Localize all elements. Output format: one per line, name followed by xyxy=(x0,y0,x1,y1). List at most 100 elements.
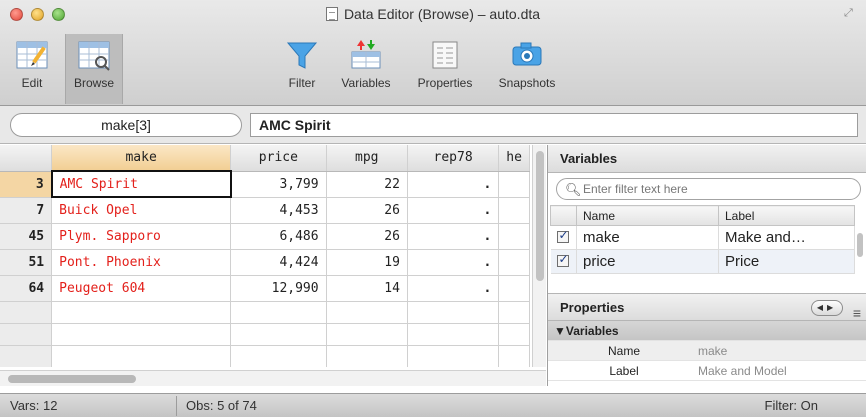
edit-grid-icon xyxy=(16,41,48,69)
window-title-container: Data Editor (Browse) – auto.dta xyxy=(0,6,866,22)
cell-make[interactable]: Plym. Sapporo xyxy=(51,223,232,250)
empty-row-number xyxy=(0,301,53,324)
variable-filter-input[interactable]: 🔍︎ Enter filter text here xyxy=(556,178,861,200)
edit-label: Edit xyxy=(21,76,43,90)
property-row[interactable]: Label Make and Model xyxy=(548,361,866,381)
cell-rep78[interactable]: . xyxy=(407,223,500,250)
cell-mpg[interactable]: 14 xyxy=(326,275,408,302)
cell-rep78[interactable]: . xyxy=(407,197,500,224)
variables-table: Name Label make Make and… price Price xyxy=(550,205,855,274)
empty-cell xyxy=(230,345,327,367)
properties-group-variables[interactable]: ▼Variables xyxy=(548,321,866,341)
cell-mpg[interactable]: 22 xyxy=(326,171,408,198)
fullscreen-icon[interactable]: ⤢ xyxy=(844,7,856,19)
cell-make[interactable]: AMC Spirit xyxy=(50,170,232,198)
browse-grid-icon xyxy=(78,41,110,71)
cell-headroom[interactable] xyxy=(498,275,530,302)
row-number[interactable]: 51 xyxy=(0,249,53,276)
empty-cell xyxy=(498,301,530,324)
grid-horizontal-scrollbar[interactable] xyxy=(0,370,546,386)
cell-value-field[interactable]: AMC Spirit xyxy=(250,113,858,137)
grid-horizontal-scroll-thumb[interactable] xyxy=(8,375,136,383)
property-key: Name xyxy=(607,344,640,358)
snapshots-button[interactable]: Snapshots xyxy=(490,38,564,90)
variables-button[interactable]: Variables xyxy=(334,38,398,90)
column-header-headroom[interactable]: he xyxy=(498,145,530,172)
cell-make[interactable]: Pont. Phoenix xyxy=(51,249,232,276)
edit-button[interactable]: Edit xyxy=(10,38,54,90)
snapshot-camera-icon xyxy=(512,42,542,66)
properties-nav-arrows-icon[interactable]: ◀▶ xyxy=(811,300,843,316)
table-row: 45 Plym. Sapporo 6,486 26 . xyxy=(0,223,530,250)
table-row: 7 Buick Opel 4,453 26 . xyxy=(0,197,530,224)
variables-label-header[interactable]: Label xyxy=(718,205,855,226)
cell-rep78[interactable]: . xyxy=(407,249,500,276)
cell-make[interactable]: Peugeot 604 xyxy=(51,275,232,302)
checkbox-column-header[interactable] xyxy=(550,205,577,226)
cell-headroom[interactable] xyxy=(498,249,530,276)
row-number[interactable]: 3 xyxy=(0,171,53,198)
data-grid: make price mpg rep78 he 3 AMC Spirit 3,7… xyxy=(0,145,530,367)
row-number[interactable]: 7 xyxy=(0,197,53,224)
cell-price[interactable]: 3,799 xyxy=(230,171,327,198)
table-row: 64 Peugeot 604 12,990 14 . xyxy=(0,275,530,302)
variables-label: Variables xyxy=(341,76,391,90)
cell-mpg[interactable]: 26 xyxy=(326,197,408,224)
window-title: Data Editor (Browse) – auto.dta xyxy=(343,6,541,22)
variable-row[interactable]: price Price xyxy=(550,249,855,274)
column-header-make[interactable]: make xyxy=(51,145,232,172)
title-toolbar: Data Editor (Browse) – auto.dta ⤢ Edit B… xyxy=(0,0,866,106)
header-row: make price mpg rep78 he xyxy=(0,145,530,172)
cell-price[interactable]: 4,424 xyxy=(230,249,327,276)
cell-price[interactable]: 6,486 xyxy=(230,223,327,250)
variable-row[interactable]: make Make and… xyxy=(550,225,855,250)
column-header-rep78[interactable]: rep78 xyxy=(407,145,500,172)
empty-row-number xyxy=(0,323,53,346)
properties-button[interactable]: Properties xyxy=(408,38,482,90)
variable-name[interactable]: price xyxy=(576,249,719,274)
cell-mpg[interactable]: 26 xyxy=(326,223,408,250)
filter-button[interactable]: Filter xyxy=(280,38,324,90)
browse-button[interactable]: Browse xyxy=(68,38,120,90)
variable-label[interactable]: Make and… xyxy=(718,225,855,250)
empty-row xyxy=(0,345,530,367)
cell-headroom[interactable] xyxy=(498,171,530,198)
empty-cell xyxy=(51,323,232,346)
row-number[interactable]: 64 xyxy=(0,275,53,302)
cell-rep78[interactable]: . xyxy=(407,171,500,198)
variables-scroll-thumb[interactable] xyxy=(857,233,863,257)
cell-mpg[interactable]: 19 xyxy=(326,249,408,276)
column-header-price[interactable]: price xyxy=(230,145,327,172)
empty-cell xyxy=(51,301,232,324)
cell-rep78[interactable]: . xyxy=(407,275,500,302)
cell-name-field[interactable]: make[3] xyxy=(10,113,242,137)
cell-price[interactable]: 12,990 xyxy=(230,275,327,302)
properties-icon xyxy=(432,41,458,69)
snapshots-label: Snapshots xyxy=(498,76,556,90)
document-icon xyxy=(325,7,338,21)
variables-scrollbar[interactable] xyxy=(854,205,866,269)
corner-cell[interactable] xyxy=(0,145,53,172)
filter-funnel-icon xyxy=(286,42,318,69)
grid-vertical-scroll-thumb[interactable] xyxy=(536,151,544,281)
table-row: 3 AMC Spirit 3,799 22 . xyxy=(0,170,530,198)
properties-panel-title: Properties xyxy=(560,300,625,315)
variable-label[interactable]: Price xyxy=(718,249,855,274)
status-filter: Filter: On xyxy=(764,398,818,413)
variable-name[interactable]: make xyxy=(576,225,719,250)
variable-visible-checkbox[interactable] xyxy=(556,252,569,267)
cell-headroom[interactable] xyxy=(498,223,530,250)
property-row[interactable]: Name make xyxy=(548,341,866,361)
property-value[interactable]: Make and Model xyxy=(698,361,787,381)
variables-name-header[interactable]: Name xyxy=(576,205,719,226)
cell-headroom[interactable] xyxy=(498,197,530,224)
empty-row xyxy=(0,323,530,346)
variable-visible-checkbox[interactable] xyxy=(556,228,569,243)
property-value[interactable]: make xyxy=(698,341,727,361)
grid-vertical-scrollbar[interactable] xyxy=(532,145,546,367)
row-number[interactable]: 45 xyxy=(0,223,53,250)
cell-price[interactable]: 4,453 xyxy=(230,197,327,224)
column-header-mpg[interactable]: mpg xyxy=(326,145,408,172)
empty-cell xyxy=(326,301,408,324)
cell-make[interactable]: Buick Opel xyxy=(51,197,232,224)
